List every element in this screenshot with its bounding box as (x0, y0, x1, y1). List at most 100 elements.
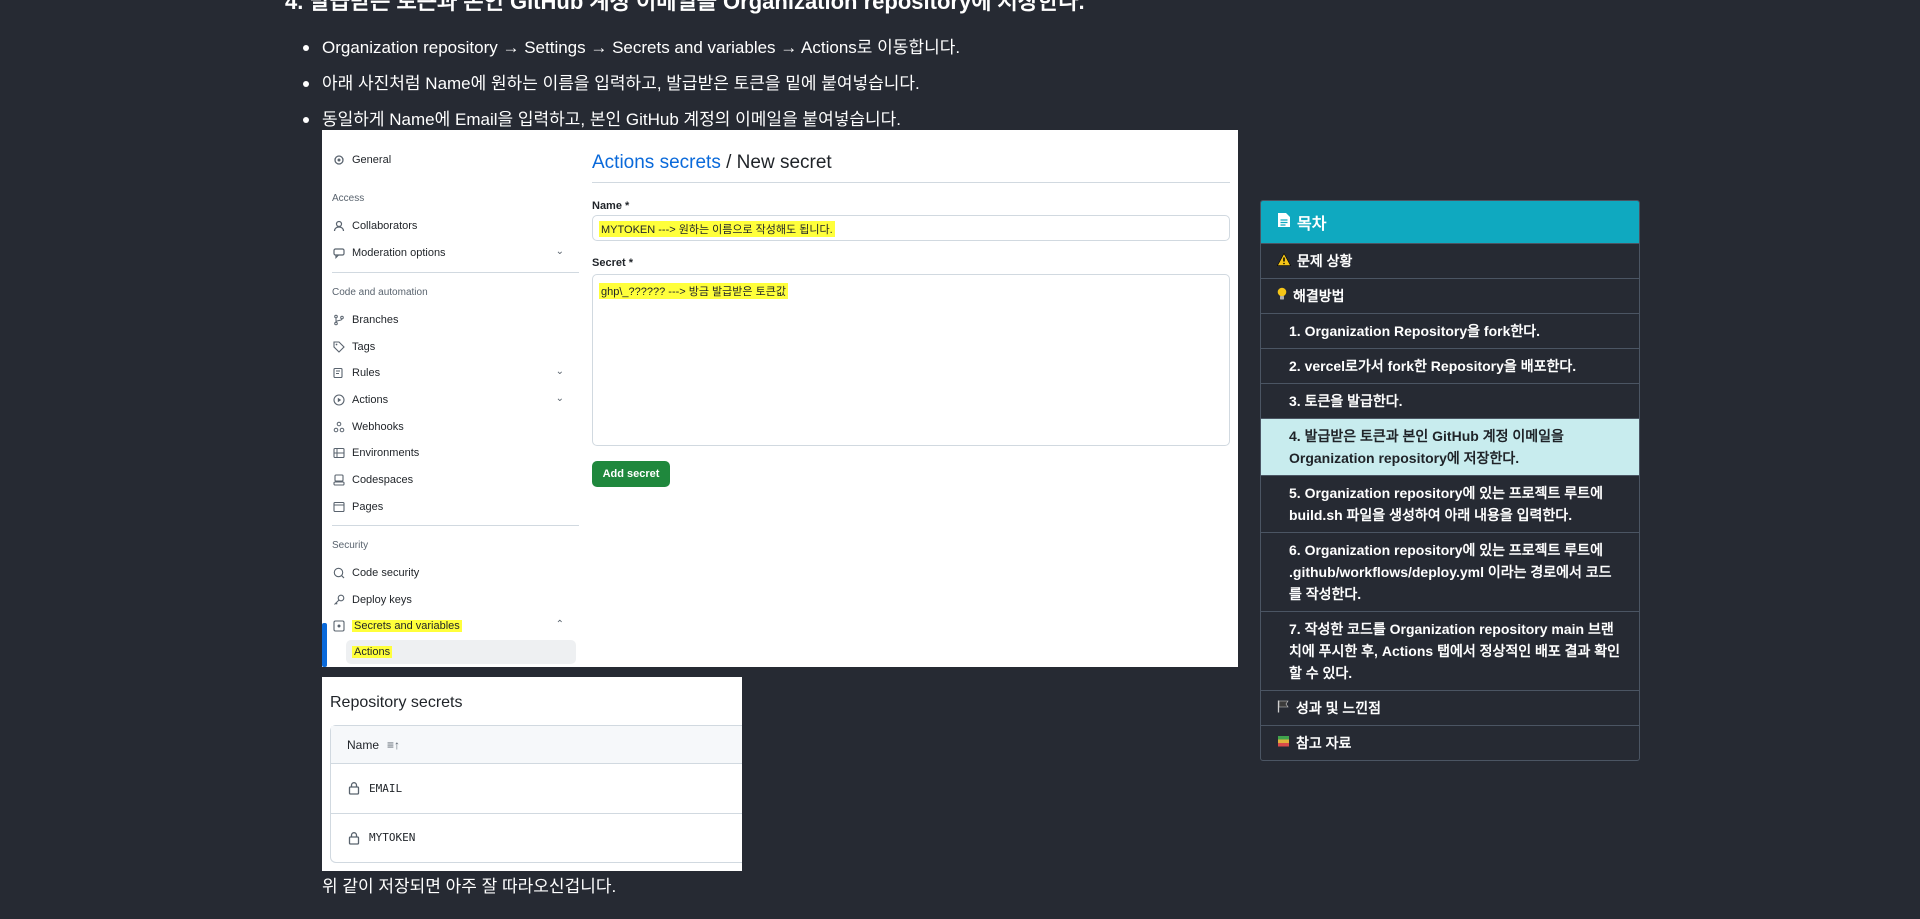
chevron-down-icon: ⌄ (555, 366, 564, 377)
sidebar-item-moderation: Moderation options ⌄ (332, 241, 572, 265)
server-icon (332, 446, 346, 460)
toc-item-step-3[interactable]: 3. 토큰을 발급한다. (1261, 384, 1639, 419)
document-icon (1277, 212, 1291, 233)
list-item: 아래 사진처럼 Name에 원하는 이름을 입력하고, 발급받은 토큰을 밑에 … (298, 66, 960, 102)
toc-item-results[interactable]: 성과 및 느낀점 (1261, 691, 1639, 726)
secret-field-value: ghp\_?????? ---> 방금 발급받은 토큰값 (599, 283, 788, 299)
sidebar-subitem-actions: Actions (346, 640, 576, 664)
sidebar-item-label: Collaborators (352, 220, 418, 232)
flag-icon (1277, 697, 1290, 719)
sidebar-item-codespaces: Codespaces (332, 468, 572, 492)
toc-item-step-2[interactable]: 2. vercel로가서 fork한 Repository을 배포한다. (1261, 349, 1639, 384)
table-row: MYTOKEN (331, 813, 742, 861)
sidebar-item-tags: Tags (332, 335, 572, 359)
person-icon (332, 219, 346, 233)
toc-item-label: 성과 및 느낀점 (1296, 700, 1382, 716)
repository-secrets-title: Repository secrets (330, 694, 463, 711)
toc-item-label: 해결방법 (1293, 288, 1345, 304)
toc-item-label: 2. vercel로가서 fork한 Repository을 배포한다. (1289, 358, 1577, 374)
instruction-list: Organization repository → Settings → Sec… (298, 30, 960, 138)
toc-item-step-1[interactable]: 1. Organization Repository을 fork한다. (1261, 314, 1639, 349)
branch-icon (332, 313, 346, 327)
repository-secrets-screenshot: Repository secrets Name ≡↑ EMAIL MYTOKEN (322, 677, 742, 871)
secret-field: ghp\_?????? ---> 방금 발급받은 토큰값 (592, 274, 1230, 446)
divider (332, 525, 579, 526)
toc-item-label: 7. 작성한 코드를 Organization repository main … (1289, 621, 1621, 681)
sidebar-item-secrets-variables: Secrets and variables ⌃ (332, 614, 572, 638)
secret-name: EMAIL (369, 781, 403, 795)
sidebar-group-access: Access (332, 193, 365, 204)
toc-title: 목차 (1297, 216, 1327, 233)
divider (332, 272, 579, 273)
sidebar-item-collaborators: Collaborators (332, 214, 572, 238)
table-of-contents: 목차 문제 상황 해결방법 1. Organization Repository… (1260, 200, 1640, 761)
secrets-table: Name ≡↑ EMAIL MYTOKEN (330, 725, 742, 863)
sidebar-item-label: Rules (352, 367, 381, 379)
gear-icon (332, 153, 346, 167)
sidebar-item-label: Actions (352, 394, 389, 406)
toc-item-label: 1. Organization Repository을 fork한다. (1289, 323, 1541, 339)
new-secret-form: Actions secrets / New secret Name * MYTO… (592, 130, 1230, 667)
warning-icon (1276, 250, 1292, 272)
sidebar-item-label: Tags (352, 341, 376, 353)
comment-icon (332, 246, 346, 260)
conclusion-text: 위 같이 저장되면 아주 잘 따라오신겁니다. (322, 877, 617, 896)
toc-item-problem[interactable]: 문제 상황 (1261, 244, 1639, 279)
sidebar-group-code: Code and automation (332, 287, 428, 298)
list-item: Organization repository → Settings → Sec… (298, 30, 960, 66)
webhook-icon (332, 420, 346, 434)
name-field: MYTOKEN ---> 원하는 이름으로 작성해도 됩니다. (592, 215, 1230, 241)
sidebar-item-actions: Actions ⌄ (332, 388, 572, 412)
books-icon (1277, 732, 1290, 754)
toc-item-step-5[interactable]: 5. Organization repository에 있는 프로젝트 루트에 … (1261, 476, 1639, 533)
sidebar-item-branches: Branches (332, 308, 572, 332)
toc-item-step-7[interactable]: 7. 작성한 코드를 Organization repository main … (1261, 612, 1639, 691)
add-secret-button: Add secret (592, 461, 670, 487)
sidebar-item-pages: Pages (332, 495, 572, 519)
toc-header: 목차 (1261, 201, 1639, 244)
sidebar-group-security: Security (332, 540, 369, 551)
active-indicator (322, 623, 327, 667)
sidebar-item-label: Deploy keys (352, 594, 412, 606)
toc-item-step-4[interactable]: 4. 발급받은 토큰과 본인 GitHub 계정 이메일을 Organizati… (1261, 419, 1639, 476)
sidebar-item-label: Branches (352, 314, 399, 326)
table-row: EMAIL (331, 764, 742, 812)
toc-item-label: 6. Organization repository에 있는 프로젝트 루트에 … (1289, 542, 1612, 602)
toc-item-label: 참고 자료 (1296, 735, 1352, 751)
sidebar-item-general: General (332, 148, 572, 172)
secret-label: Secret * (592, 257, 633, 269)
asterisk-icon (332, 619, 346, 633)
codespaces-icon (332, 473, 346, 487)
sidebar-item-deploy-keys: Deploy keys (332, 588, 572, 612)
github-new-secret-screenshot: General Access Collaborators Moderation … (322, 130, 1238, 667)
sidebar-item-environments: Environments (332, 441, 572, 465)
sidebar-item-code-security: Code security (332, 561, 572, 585)
sidebar-item-label: Environments (352, 447, 420, 459)
sidebar-item-label: Secrets and variables (352, 620, 462, 632)
secret-name: MYTOKEN (369, 831, 416, 844)
chevron-up-icon: ⌃ (555, 619, 564, 630)
column-name: Name (347, 737, 380, 752)
divider (592, 182, 1230, 183)
toc-item-label: 3. 토큰을 발급한다. (1289, 393, 1403, 409)
name-field-value: MYTOKEN ---> 원하는 이름으로 작성해도 됩니다. (599, 221, 835, 237)
page-title: Actions secrets / New secret (592, 152, 832, 174)
sidebar-item-label: Codespaces (352, 474, 414, 486)
play-icon (332, 393, 346, 407)
toc-item-solution[interactable]: 해결방법 (1261, 279, 1639, 314)
tag-icon (332, 340, 346, 354)
lock-icon (348, 831, 360, 845)
sidebar-item-label: Code security (352, 567, 420, 579)
settings-sidebar: General Access Collaborators Moderation … (322, 130, 579, 667)
rules-icon (332, 366, 346, 380)
name-label: Name * (592, 200, 630, 212)
title-link: Actions secrets (592, 152, 721, 173)
browser-icon (332, 500, 346, 514)
chevron-down-icon: ⌄ (555, 246, 564, 257)
section-heading: 4. 발급받은 토큰과 본인 GitHub 계정 이메일을 Organizati… (285, 0, 1085, 14)
toc-item-step-6[interactable]: 6. Organization repository에 있는 프로젝트 루트에 … (1261, 533, 1639, 612)
toc-item-references[interactable]: 참고 자료 (1261, 726, 1639, 760)
codescan-icon (332, 566, 346, 580)
toc-item-label: 4. 발급받은 토큰과 본인 GitHub 계정 이메일을 Organizati… (1289, 428, 1564, 466)
lock-icon (348, 782, 360, 795)
